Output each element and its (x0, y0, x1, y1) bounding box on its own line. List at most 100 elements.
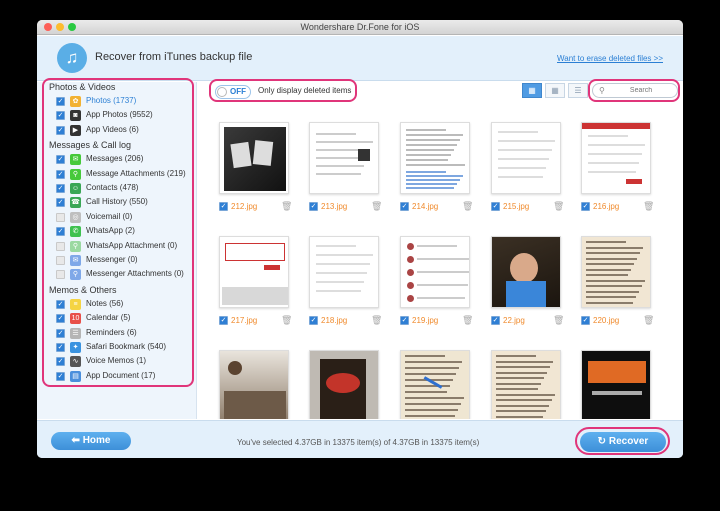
grid-item[interactable]: ✓ 214.jpg 🗑 (379, 106, 473, 220)
checkbox[interactable]: ✓ (56, 198, 65, 208)
thumbnail[interactable] (309, 236, 379, 308)
checkbox[interactable]: ✓ (56, 97, 65, 106)
thumbnail[interactable] (309, 122, 379, 194)
file-name: 22.jpg (503, 316, 525, 325)
thumbnail[interactable] (400, 236, 470, 308)
grid-item[interactable] (198, 334, 289, 419)
sidebar-item-label: Messenger (0) (86, 255, 138, 264)
grid-item[interactable] (379, 334, 470, 419)
checkbox[interactable]: ✓ (56, 227, 65, 237)
checkbox[interactable] (56, 212, 65, 222)
checkbox[interactable]: ✓ (56, 299, 65, 309)
erase-deleted-files-link[interactable]: Want to erase deleted files >> (557, 54, 663, 63)
grid-item[interactable]: ✓ 219.jpg 🗑 (379, 220, 473, 334)
checkbox[interactable]: ✓ (56, 111, 65, 121)
checkbox[interactable]: ✓ (56, 371, 65, 381)
notes-icon: ≡ (70, 298, 81, 310)
item-checkbox[interactable]: ✓ (309, 316, 318, 325)
sidebar-item-label: Voice Memos (1) (86, 356, 147, 366)
thumbnail[interactable] (219, 350, 289, 419)
thumbnail[interactable] (400, 350, 470, 419)
category-title: Photos & Videos (49, 82, 116, 92)
checkbox[interactable]: ✓ (56, 155, 65, 165)
checkbox[interactable] (56, 270, 65, 280)
sidebar-item-label: Message Attachments (219) (86, 168, 186, 178)
deleted-items-toggle[interactable]: OFF (215, 85, 251, 99)
toggle-state: OFF (230, 87, 246, 96)
checkbox[interactable]: ✓ (56, 357, 65, 367)
checkbox[interactable]: ✓ (56, 314, 65, 324)
thumbnail[interactable] (219, 122, 289, 194)
file-name: 214.jpg (412, 202, 439, 211)
zoom-window-icon[interactable] (68, 23, 76, 31)
item-checkbox[interactable]: ✓ (219, 202, 228, 211)
item-checkbox[interactable]: ✓ (309, 202, 318, 211)
grid-item[interactable]: ✓ 220.jpg 🗑 (560, 220, 654, 334)
grid-item[interactable]: ✓ 213.jpg 🗑 (288, 106, 382, 220)
thumbnail[interactable] (581, 350, 651, 419)
grid-item[interactable]: ✓ 218.jpg 🗑 (288, 220, 382, 334)
call-history-icon: ☎ (70, 197, 81, 209)
thumbnail[interactable] (491, 122, 561, 194)
app-photos-icon: ◙ (70, 110, 81, 122)
close-window-icon[interactable] (44, 23, 52, 31)
checkbox[interactable]: ✓ (56, 343, 65, 352)
thumbnail[interactable] (581, 122, 651, 194)
checkbox[interactable]: ✓ (56, 125, 65, 135)
item-checkbox[interactable]: ✓ (491, 202, 500, 211)
checkbox[interactable]: ✓ (56, 184, 65, 193)
checkbox[interactable] (56, 241, 65, 251)
app-document-icon: ▤ (70, 370, 81, 382)
checkbox[interactable]: ✓ (56, 328, 65, 338)
view-large-grid-button[interactable]: ▦ (522, 83, 542, 98)
grid-item[interactable]: ✓ 212.jpg 🗑 (198, 106, 292, 220)
file-name: 213.jpg (321, 202, 348, 211)
grid-item[interactable]: ✓ 217.jpg 🗑 (198, 220, 292, 334)
thumbnail[interactable] (309, 350, 379, 419)
trash-icon[interactable]: 🗑 (643, 201, 654, 212)
grid-item[interactable] (288, 334, 379, 419)
trash-icon[interactable]: 🗑 (643, 315, 654, 326)
item-checkbox[interactable]: ✓ (581, 316, 590, 325)
search-box[interactable]: ⚲ (592, 83, 678, 98)
sidebar-item-label: Calendar (5) (86, 313, 131, 323)
voice-memos-icon: ∿ (70, 356, 81, 368)
music-note-icon: ♫ (57, 43, 87, 73)
home-button[interactable]: ⬅ Home (51, 432, 131, 450)
grid-item[interactable] (470, 334, 561, 419)
window-title: Wondershare Dr.Fone for iOS (300, 22, 420, 32)
view-list-button[interactable]: ☰ (568, 83, 588, 98)
checkbox[interactable] (56, 256, 65, 265)
thumbnail[interactable] (581, 236, 651, 308)
messenger-attachments-icon: ⚲ (70, 269, 81, 281)
thumbnail[interactable] (491, 236, 561, 308)
grid-item[interactable]: ✓ 22.jpg 🗑 (470, 220, 564, 334)
thumbnail[interactable] (491, 350, 561, 419)
checkbox[interactable]: ✓ (56, 169, 65, 179)
grid-item[interactable]: ✓ 215.jpg 🗑 (470, 106, 564, 220)
view-small-grid-button[interactable]: ▦ (545, 83, 565, 98)
thumbnail[interactable] (400, 122, 470, 194)
recover-button[interactable]: ↻ Recover (580, 432, 666, 452)
messenger-icon: ✉ (70, 255, 81, 266)
minimize-window-icon[interactable] (56, 23, 64, 31)
sidebar-item-label: App Document (17) (86, 370, 156, 380)
item-checkbox[interactable]: ✓ (400, 316, 409, 325)
item-checkbox[interactable]: ✓ (400, 202, 409, 211)
sidebar-item-label: Contacts (478) (86, 183, 139, 192)
search-icon: ⚲ (599, 86, 605, 95)
photos-icon: ✿ (70, 96, 81, 107)
voicemail-icon: ◎ (70, 211, 81, 223)
file-name: 212.jpg (231, 202, 258, 211)
item-checkbox[interactable]: ✓ (581, 202, 590, 211)
grid-item[interactable] (560, 334, 651, 419)
item-checkbox[interactable]: ✓ (491, 316, 500, 325)
file-name: 218.jpg (321, 316, 348, 325)
sidebar-item-label: Messages (206) (86, 154, 144, 164)
sidebar-item-label: Reminders (6) (86, 327, 137, 337)
item-checkbox[interactable]: ✓ (219, 316, 228, 325)
search-input[interactable] (609, 85, 673, 96)
thumbnail[interactable] (219, 236, 289, 308)
file-name: 220.jpg (593, 316, 620, 325)
grid-item[interactable]: ✓ 216.jpg 🗑 (560, 106, 654, 220)
